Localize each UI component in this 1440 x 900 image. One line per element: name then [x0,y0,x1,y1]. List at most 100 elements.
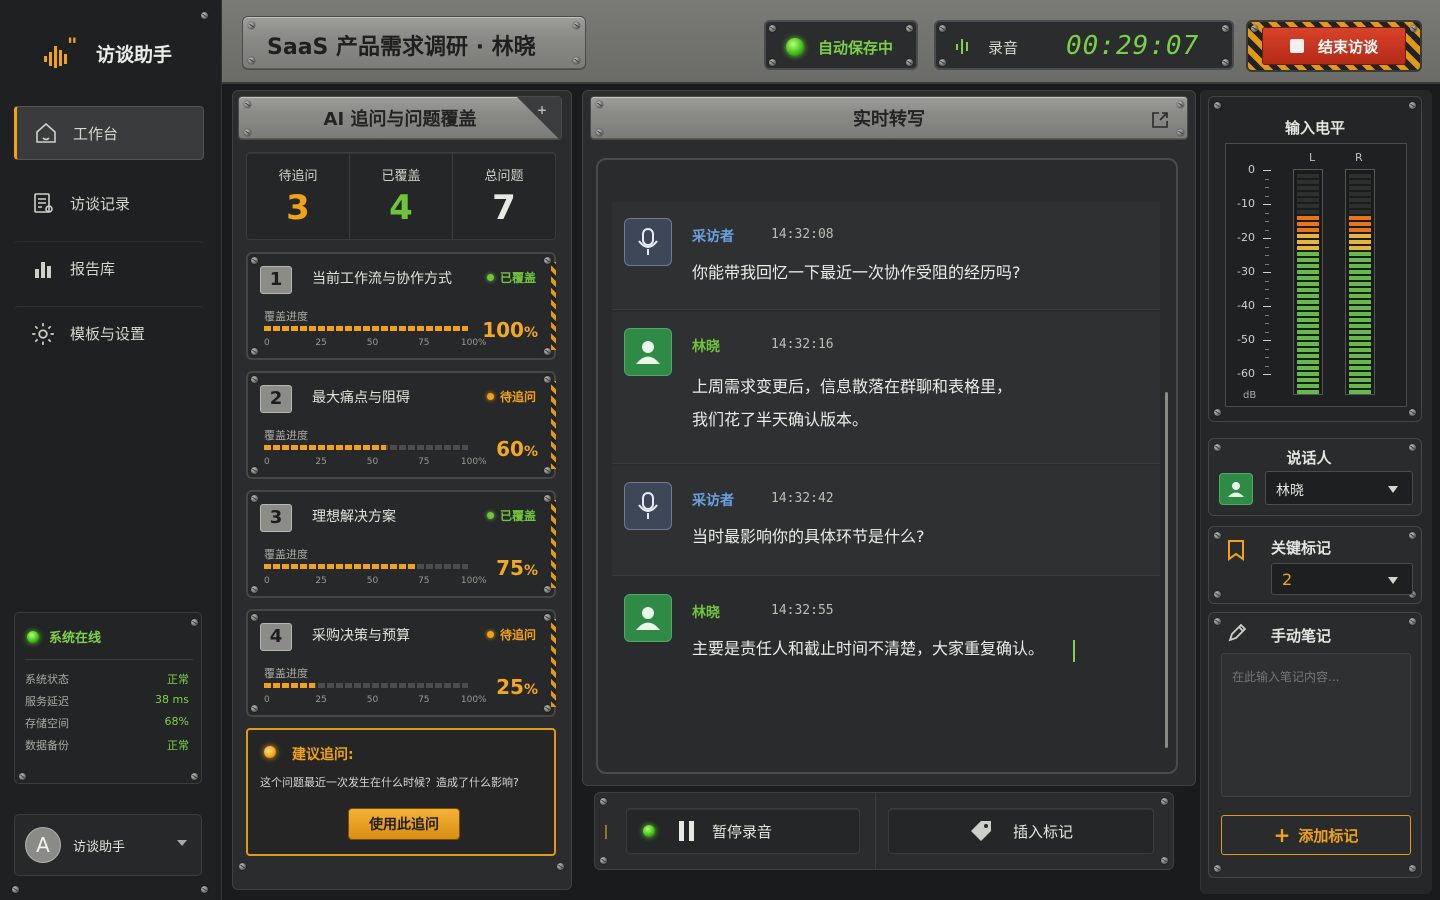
question-card[interactable]: 2 最大痛点与阻碍 待追问 覆盖进度 0 25 50 75 100% 60% [246,371,556,479]
stat-label: 已覆盖 [381,169,421,184]
recording-led-icon [643,825,655,837]
meter-minor-tick [1265,297,1269,299]
question-number: 3 [260,504,292,532]
status-badge: 待追问 [486,626,536,643]
vu-segment [1349,348,1371,352]
vu-segment [1297,372,1319,376]
keymark-title: 关键标记 [1271,539,1332,557]
status-value: 68% [164,715,189,728]
vu-segment [1349,372,1371,376]
suggestion-box: 建议追问: 这个问题最近一次发生在什么时候？造成了什么影响? 使用此追问 [246,728,556,856]
sidebar-item-workbench[interactable]: 工作台 [14,106,204,160]
progress-value: 25 [496,675,524,699]
add-mark-button[interactable]: + 添加标记 [1221,815,1411,855]
progress-fill [264,445,387,450]
status-key: 服务延迟 [25,695,69,708]
vu-segment [1297,186,1319,190]
level-meter-panel: 输入电平 L R 0 -10 -20 -30 -40 -50 -60 dB [1208,96,1422,422]
use-suggestion-button[interactable]: 使用此追问 [348,808,460,840]
vu-segment [1297,348,1319,352]
status-text: 待追问 [499,390,536,404]
sidebar-item-settings[interactable]: 模板与设置 [14,306,204,360]
meter-minor-tick [1265,323,1269,324]
meter-minor-tick [1265,263,1269,265]
question-card[interactable]: 4 采购决策与预算 待追问 覆盖进度 0 25 50 75 100% 25% [246,609,556,717]
status-key: 数据备份 [25,739,69,752]
sidebar-item-records[interactable]: 访谈记录 [14,176,204,230]
vu-segment [1297,300,1319,304]
online-led-icon [27,630,39,643]
plus-icon[interactable]: + [537,103,547,117]
progress-label: 覆盖进度 [264,429,308,442]
progress-tick: 75 [418,457,430,467]
progress-ticks: 0 25 50 75 100% [264,338,487,350]
status-badge: 已覆盖 [486,269,536,286]
vu-segment [1349,384,1371,388]
meter-minor-tick [1265,348,1269,350]
meter-minor-tick [1265,289,1269,290]
vu-segment [1297,246,1319,250]
progress-bar [264,683,468,688]
progress-tick: 75 [418,338,430,348]
vu-segment [1349,198,1371,202]
transcript-scrollbar[interactable] [1165,392,1168,748]
speaker-value: 林晓 [1276,483,1304,499]
vu-segment [1349,216,1371,220]
coverage-title-plate: AI 追问与问题覆盖 + [238,96,562,141]
keymark-select[interactable]: 2 [1271,563,1413,595]
speaker-name: 采访者 [692,229,734,245]
meter-tick [1263,340,1271,341]
vu-segment [1349,228,1371,232]
question-card[interactable]: 1 当前工作流与协作方式 已覆盖 覆盖进度 0 25 50 75 100% 100% [246,252,556,360]
system-status-panel: 系统在线 系统状态 正常 服务延迟 38 ms 存储空间 68% 数据备份 正常 [14,612,202,784]
progress-percent: 100% [482,318,538,342]
vu-segment [1349,342,1371,346]
vu-segment [1349,366,1371,370]
question-title: 当前工作流与协作方式 [312,271,452,287]
transcript-message: 林晓 14:32:55 主要是责任人和截止时间不清楚，大家重复确认。 [612,578,1160,688]
meter-scale-label: -40 [1237,299,1255,312]
expand-icon[interactable] [1151,111,1169,129]
meter-tick [1263,204,1271,205]
tag-icon [970,821,991,841]
coverage-stats: 待追问 3 已覆盖 4 总问题 7 [246,152,556,240]
end-interview-button[interactable]: 结束访谈 [1262,27,1406,65]
end-interview-label: 结束访谈 [1317,37,1378,56]
progress-ticks: 0 25 50 75 100% [264,576,487,588]
vu-segment [1297,270,1319,274]
message-time: 14:32:55 [771,603,834,618]
chevron-down-icon [177,840,187,846]
notes-input[interactable] [1221,653,1411,797]
status-row: 数据备份 正常 [25,737,189,753]
text-cursor [1073,640,1075,662]
insert-mark-button[interactable]: 插入标记 [888,808,1154,854]
vu-segment [1349,234,1371,238]
vu-segment [1349,264,1371,268]
vu-segment [1349,270,1371,274]
speaker-avatar [624,328,672,376]
speaker-panel: 说话人 林晓 [1208,438,1422,516]
progress-label: 覆盖进度 [264,548,308,561]
hazard-stripe [551,619,556,707]
sidebar-item-label: 模板与设置 [70,325,146,343]
coverage-title: AI 追问与问题覆盖 [323,109,477,130]
speaker-name: 采访者 [692,493,734,509]
status-dot-icon [486,393,494,400]
vu-segment [1297,204,1319,208]
question-card[interactable]: 3 理想解决方案 已覆盖 覆盖进度 0 25 50 75 100% 75% [246,490,556,598]
progress-tick: 50 [366,338,379,348]
status-text: 已覆盖 [499,509,536,523]
sidebar: " 访谈助手 工作台 访谈记录 报告库 模板与设置 系统在线 系统状态 正常 服… [0,0,222,900]
vu-segment [1297,222,1319,226]
status-text: 已覆盖 [499,271,536,285]
user-menu[interactable]: A 访谈助手 [14,814,202,876]
vu-segment [1297,312,1319,316]
sidebar-item-reports[interactable]: 报告库 [14,241,204,295]
pause-recording-button[interactable]: 暂停录音 [626,808,860,854]
recording-timer: 录音 00:29:07 [934,20,1234,70]
vu-segment [1297,354,1319,358]
progress-tick: 100% [460,457,487,467]
speaker-select[interactable]: 林晓 [1265,471,1413,505]
vu-segment [1349,324,1371,328]
vu-segment [1349,240,1371,244]
